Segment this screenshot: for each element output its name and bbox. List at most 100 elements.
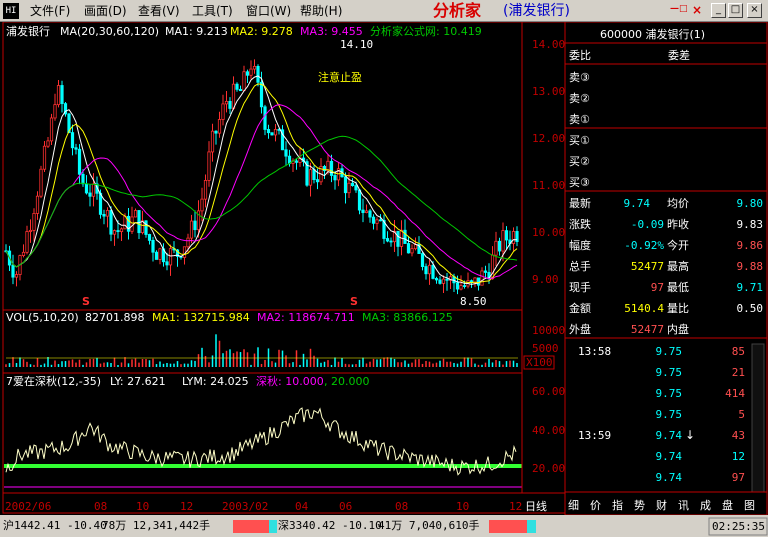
app-icon[interactable]: HI — [3, 3, 19, 19]
price-tick: 9.00 — [532, 273, 559, 286]
tick-price: 9.74 — [656, 450, 683, 463]
stat-value: -0.09 — [631, 218, 664, 231]
stat-value: 5140.4 — [624, 302, 664, 315]
tick-price: 9.75 — [656, 408, 683, 421]
tick-price: 9.75 — [656, 345, 683, 358]
menu-help[interactable]: 帮助(H) — [300, 3, 342, 19]
volume-ma1: MA1: 132715.984 — [152, 311, 250, 324]
ma-title: MA(20,30,60,120) — [60, 25, 159, 38]
indicator-level: , 20.000 — [324, 375, 369, 388]
minimize-button[interactable]: _ — [711, 3, 726, 18]
stat-value: 9.86 — [737, 239, 764, 252]
date-tick: 06 — [339, 500, 352, 513]
sh-volume: 78万 12,341,442手 — [102, 518, 210, 532]
tab-indicator[interactable]: 指 — [612, 498, 623, 512]
stat-label: 均价 — [667, 197, 689, 210]
indicator-ly: LY: 27.621 — [110, 375, 166, 388]
stat-value: 97 — [651, 281, 664, 294]
stat-label: 今开 — [667, 238, 689, 252]
status-bar: 沪1442.41 -10.40 78万 12,341,442手 深3340.42… — [0, 515, 768, 537]
sell-signal-marker: S — [350, 295, 358, 308]
menu-screen[interactable]: 画面(D) — [84, 3, 127, 19]
indicator-tick: 40.00 — [532, 424, 565, 437]
high-price-label: 14.10 — [340, 38, 373, 51]
tab-news[interactable]: 讯 — [678, 499, 689, 512]
ma1-value: MA1: 9.213 — [165, 25, 228, 38]
price-tick: 12.00 — [532, 132, 565, 145]
stat-label: 涨跌 — [569, 217, 591, 231]
sys-minimize-icon[interactable]: —□ — [670, 4, 688, 14]
sell-level-1: 卖① — [569, 113, 590, 126]
ma2-value: MA2: 9.278 — [230, 25, 293, 38]
date-tick: 12 — [509, 500, 522, 513]
sz-breadth-bar — [527, 520, 536, 533]
stat-value: 9.80 — [737, 197, 764, 210]
restore-button[interactable]: □ — [728, 3, 743, 18]
sz-breadth-bar — [489, 520, 527, 533]
low-price-label: 8.50 — [460, 295, 487, 308]
stat-label: 外盘 — [569, 322, 591, 336]
tab-finance[interactable]: 财 — [656, 498, 667, 512]
tab-deal[interactable]: 成 — [700, 499, 711, 512]
order-diff-label: 委差 — [668, 48, 690, 62]
chart-frame — [2, 22, 566, 514]
menu-file[interactable]: 文件(F) — [30, 3, 70, 19]
price-tick: 13.00 — [532, 85, 565, 98]
time-axis: 2002/06 08 10 12 2003/02 04 06 08 10 12 — [5, 500, 522, 513]
tick-scrollbar[interactable] — [751, 343, 765, 493]
tick-volume: 85 — [732, 345, 745, 358]
stat-label: 昨收 — [667, 217, 689, 231]
stat-label: 金额 — [569, 301, 591, 315]
tick-time: 13:59 — [578, 429, 611, 442]
stat-label: 现手 — [569, 280, 591, 294]
close-button[interactable]: × — [747, 3, 762, 18]
tab-trend[interactable]: 势 — [634, 499, 645, 512]
buy-level-2: 买② — [569, 155, 590, 168]
volume-tick: 5000 — [532, 342, 559, 355]
stat-label: 幅度 — [569, 238, 591, 252]
volume-unit: X100 — [526, 356, 553, 369]
order-ratio-label: 委比 — [569, 49, 591, 62]
stat-value: 9.74 — [624, 197, 651, 210]
stat-value: 52477 — [631, 260, 664, 273]
sh-index: 沪1442.41 -10.40 — [3, 518, 107, 532]
indicator-deep: 深秋: 10.000 — [256, 374, 324, 388]
tab-detail[interactable]: 细 — [568, 499, 579, 512]
stock-name: 浦发银行 — [6, 24, 50, 38]
volume-title: VOL(5,10,20) — [6, 311, 79, 324]
menu-tools[interactable]: 工具(T) — [192, 3, 233, 19]
tab-chart[interactable]: 图 — [744, 499, 755, 512]
volume-value: 82701.898 — [85, 311, 145, 324]
sz-volume: 41万 7,040,610手 — [378, 518, 479, 532]
sell-signal-marker: S — [82, 295, 90, 308]
volume-tick: 10000 — [532, 324, 565, 337]
stat-label: 总手 — [569, 259, 591, 273]
brand-stock-title: (浦发银行) — [503, 3, 570, 19]
date-tick: 10 — [456, 500, 469, 513]
price-tick: 11.00 — [532, 179, 565, 192]
indicator-title: 7爱在深秋(12,-35) — [6, 374, 101, 388]
day-period-label[interactable]: 日线 — [525, 499, 547, 513]
date-tick: 10 — [136, 500, 149, 513]
date-tick: 08 — [94, 500, 107, 513]
tick-volume: 43 — [732, 429, 745, 442]
price-yaxis: 14.00 13.00 12.00 11.00 10.00 9.00 — [532, 38, 565, 286]
stat-label: 最高 — [667, 259, 689, 273]
tick-price: 9.74 — [656, 471, 683, 484]
menu-window[interactable]: 窗口(W) — [246, 3, 291, 19]
formula-value: 分析家公式网: 10.419 — [370, 24, 482, 38]
stat-value: 9.83 — [737, 218, 764, 231]
tick-price: 9.75 — [656, 366, 683, 379]
stat-label: 量比 — [667, 302, 689, 315]
volume-ma3: MA3: 83866.125 — [362, 311, 453, 324]
sz-index: 深3340.42 -10.10 — [278, 519, 382, 532]
tick-volume: 5 — [738, 408, 745, 421]
tab-price[interactable]: 价 — [590, 499, 601, 512]
menu-view[interactable]: 查看(V) — [138, 3, 180, 19]
stat-label: 最新 — [569, 196, 591, 210]
tab-book[interactable]: 盘 — [722, 498, 733, 512]
date-tick: 04 — [295, 500, 309, 513]
stat-label: 内盘 — [667, 322, 689, 336]
sys-close-icon[interactable]: × — [692, 3, 702, 17]
tick-volume: 414 — [725, 387, 745, 400]
